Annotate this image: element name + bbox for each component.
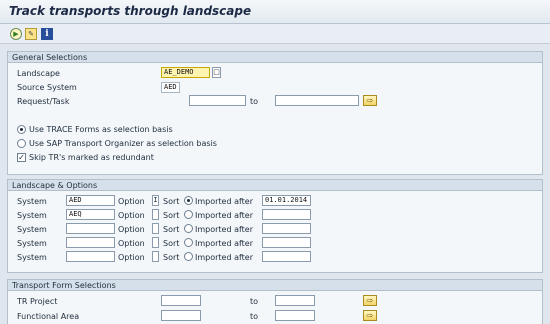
system-label: System [17,239,47,248]
functional-area-from-input[interactable] [161,310,201,321]
imported-after-radio[interactable] [184,238,193,247]
imported-after-radio[interactable] [184,224,193,233]
option-label: Option [118,197,145,206]
get-variant-icon[interactable]: ✎ [25,28,37,40]
system-label: System [17,225,47,234]
search-help-icon[interactable]: □ [212,67,221,78]
group-header-landscape: Landscape & Options [8,180,542,191]
imported-after-label: Imported after [195,197,254,206]
imported-after-input[interactable] [262,237,311,248]
system-input[interactable] [66,237,115,248]
functional-area-to-label: to [250,312,259,321]
option-label: Option [118,239,145,248]
execute-icon[interactable]: ▶ [10,28,22,40]
multiple-selection-icon[interactable]: ⇨ [363,295,377,306]
imported-after-label: Imported after [195,225,254,234]
option-label: Option [118,253,145,262]
general-selections-group: General Selections Landscape AE_DEMO □ S… [7,51,543,175]
imported-after-label: Imported after [195,211,254,220]
imported-after-input[interactable] [262,209,311,220]
request-to-label: to [250,97,259,106]
radio-transport-organizer[interactable] [17,139,26,148]
system-label: System [17,253,47,262]
tr-project-label: TR Project [17,297,58,306]
tr-project-to-input[interactable] [275,295,315,306]
system-label: System [17,211,47,220]
title-bar: Track transports through landscape [0,0,550,24]
request-task-from-input[interactable] [189,95,246,106]
landscape-label: Landscape [17,69,60,78]
option-label: Option [118,211,145,220]
sort-label: Sort [163,225,180,234]
imported-after-input[interactable] [262,251,311,262]
system-input[interactable] [66,223,115,234]
transport-form-group: Transport Form Selections TR Project to … [7,279,543,324]
source-system-label: Source System [17,83,77,92]
tr-project-from-input[interactable] [161,295,201,306]
imported-after-radio[interactable] [184,196,193,205]
tr-project-to-label: to [250,297,259,306]
system-input[interactable] [66,251,115,262]
skip-redundant-label: Skip TR's marked as redundant [29,153,154,162]
multiple-selection-icon[interactable]: ⇨ [363,310,377,321]
imported-after-input[interactable]: 01.01.2014 [262,195,311,206]
imported-after-label: Imported after [195,239,254,248]
landscape-options-group: Landscape & Options System AED Option I … [7,179,543,273]
request-task-to-input[interactable] [275,95,359,106]
sort-label: Sort [163,253,180,262]
skip-redundant-checkbox[interactable]: ✓ [17,153,26,162]
group-header-transport-form: Transport Form Selections [8,280,542,291]
sort-label: Sort [163,197,180,206]
group-header-general: General Selections [8,52,542,63]
info-icon[interactable]: i [41,28,53,40]
functional-area-label: Functional Area [17,312,80,321]
landscape-field[interactable]: AE_DEMO [161,67,210,78]
system-input[interactable]: AEQ [66,209,115,220]
option-input[interactable]: I [152,195,159,206]
sort-label: Sort [163,211,180,220]
page-title: Track transports through landscape [9,4,252,18]
option-input[interactable] [152,251,159,262]
system-label: System [17,197,47,206]
option-input[interactable] [152,237,159,248]
source-system-field[interactable]: AED [161,82,180,93]
option-input[interactable] [152,223,159,234]
multiple-selection-icon[interactable]: ⇨ [363,95,377,106]
request-task-label: Request/Task [17,97,70,106]
functional-area-to-input[interactable] [275,310,315,321]
application-toolbar: ▶ ✎ i [0,24,550,44]
radio-trace-label: Use TRACE Forms as selection basis [29,125,173,134]
sort-label: Sort [163,239,180,248]
radio-trace-forms[interactable] [17,125,26,134]
option-input[interactable] [152,209,159,220]
imported-after-radio[interactable] [184,252,193,261]
system-input[interactable]: AED [66,195,115,206]
option-label: Option [118,225,145,234]
imported-after-input[interactable] [262,223,311,234]
imported-after-label: Imported after [195,253,254,262]
imported-after-radio[interactable] [184,210,193,219]
radio-organizer-label: Use SAP Transport Organizer as selection… [29,139,217,148]
